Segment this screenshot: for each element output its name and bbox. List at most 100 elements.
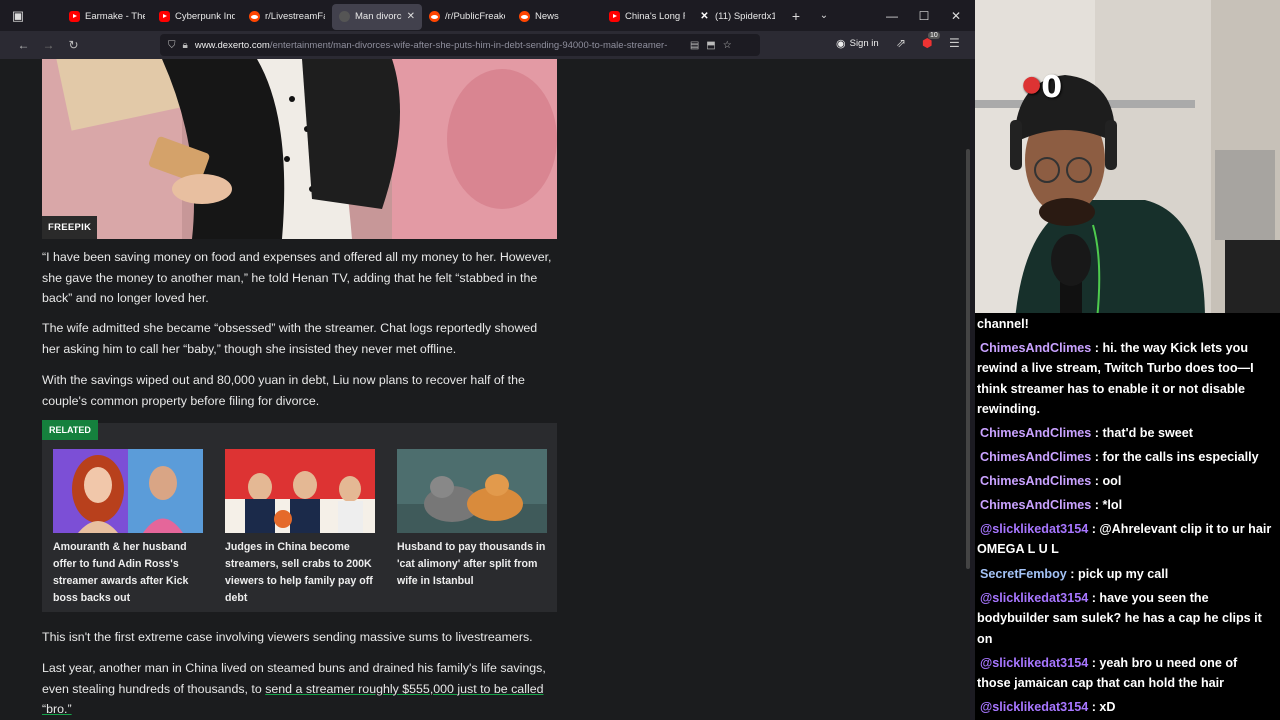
reader-view-icon[interactable]: ▤ xyxy=(690,40,699,51)
tab-livestreamfail[interactable]: r/LivestreamFail xyxy=(242,4,332,30)
streamer-webcam-image xyxy=(975,0,1280,320)
related-card[interactable]: Husband to pay thousands in 'cat alimony… xyxy=(397,449,547,590)
chevron-down-icon[interactable]: ⌄ xyxy=(810,10,838,21)
article-paragraph: “I have been saving money on food and ex… xyxy=(42,250,552,305)
tab-news[interactable]: News xyxy=(512,4,602,30)
new-tab-icon[interactable]: + xyxy=(782,8,810,24)
stream-counter: ●0 xyxy=(1022,70,1063,105)
article-page: FREEPIK “I have been saving money on foo… xyxy=(0,59,970,720)
chat-message: SecretFemboy : pick up my call xyxy=(977,564,1272,584)
related-thumbnail[interactable] xyxy=(225,449,375,533)
tab-chinas-long[interactable]: China's Long Re xyxy=(602,4,692,30)
browser-window: ▣ Earmake - The M Cyberpunk Indu r/Lives… xyxy=(0,0,975,720)
related-title[interactable]: Amouranth & her husband offer to fund Ad… xyxy=(53,539,203,607)
chat-message: ChimesAndClimes : for the calls ins espe… xyxy=(977,447,1272,467)
chat-message: ChimesAndClimes : that'd be sweet xyxy=(977,423,1272,443)
tab-label: /r/PublicFreakou xyxy=(445,11,505,22)
chat-username[interactable]: @slicklikedat3154 xyxy=(977,591,1088,605)
webcam-feed xyxy=(975,0,1280,320)
chat-text: pick up my call xyxy=(1078,567,1169,581)
chat-message: ChimesAndClimes : ool xyxy=(977,471,1272,491)
related-image-amouranth xyxy=(53,449,203,533)
tab-publicfreakout[interactable]: /r/PublicFreakou xyxy=(422,4,512,30)
chat-text: channel! xyxy=(977,317,1029,331)
tab-label: Man divorces xyxy=(355,11,402,22)
article-paragraph: This isn't the first extreme case involv… xyxy=(42,630,533,644)
stream-chat: channel! ChimesAndClimes : hi. the way K… xyxy=(975,313,1280,720)
tab-cyberpunk[interactable]: Cyberpunk Indu xyxy=(152,4,242,30)
url-text[interactable]: www.dexerto.com/entertainment/man-divorc… xyxy=(195,40,683,51)
save-pocket-icon[interactable]: ⬒ xyxy=(706,40,715,51)
chat-text: xD xyxy=(1099,700,1116,714)
hero-illustration xyxy=(42,59,557,239)
related-thumbnail[interactable] xyxy=(53,449,203,533)
page-scrollbar[interactable] xyxy=(966,149,970,569)
chat-username[interactable]: ChimesAndClimes xyxy=(977,450,1091,464)
reddit-icon xyxy=(429,11,440,22)
reddit-icon xyxy=(519,11,530,22)
shield-icon[interactable]: ⛉ xyxy=(168,40,176,51)
reddit-icon xyxy=(249,11,260,22)
chat-message: ChimesAndClimes : *lol xyxy=(977,495,1272,515)
related-card[interactable]: Judges in China become streamers, sell c… xyxy=(225,449,375,607)
chat-username[interactable]: ChimesAndClimes xyxy=(977,498,1091,512)
tab-label: Cyberpunk Indu xyxy=(175,11,235,22)
reload-icon[interactable]: ↻ xyxy=(61,38,86,52)
chat-username[interactable]: @slicklikedat3154 xyxy=(977,522,1088,536)
tab-list-icon[interactable]: ▣ xyxy=(0,0,36,31)
chat-username[interactable]: @slicklikedat3154 xyxy=(977,656,1088,670)
url-domain: www.dexerto.com xyxy=(194,39,270,51)
chat-message: ChimesAndClimes : hi. the way Kick lets … xyxy=(977,341,1254,416)
chat-text: ool xyxy=(1102,474,1122,488)
image-credit: FREEPIK xyxy=(42,216,98,239)
chat-message: @slicklikedat3154 : @Ahrelevant clip it … xyxy=(977,522,1272,557)
close-window-icon[interactable]: ✕ xyxy=(940,0,972,31)
ublock-icon[interactable]: ⬢ 10 xyxy=(922,32,940,50)
bookmark-star-icon[interactable]: ☆ xyxy=(723,40,732,51)
article-hero-image: FREEPIK xyxy=(42,59,557,239)
tab-label: Earmake - The M xyxy=(85,11,145,22)
url-path: /entertainment/man-divorces-wife-after-s… xyxy=(269,39,668,51)
chat-username[interactable]: ChimesAndClimes xyxy=(977,474,1091,488)
dexerto-icon xyxy=(339,11,350,22)
maximize-icon[interactable]: ☐ xyxy=(908,0,940,31)
chat-text: for the calls ins especially xyxy=(1102,450,1259,464)
related-title[interactable]: Husband to pay thousands in 'cat alimony… xyxy=(397,539,547,590)
tab-earmake[interactable]: Earmake - The M xyxy=(62,4,152,30)
sign-in-button[interactable]: ◉ Sign in xyxy=(836,37,879,50)
tab-label: r/LivestreamFail xyxy=(265,11,325,22)
related-title[interactable]: Judges in China become streamers, sell c… xyxy=(225,539,375,607)
chat-username[interactable]: @slicklikedat3154 xyxy=(977,700,1088,714)
tab-man-divorces[interactable]: Man divorces ✕ xyxy=(332,3,422,30)
related-articles: RELATED Amouranth & her husband offer to… xyxy=(42,420,557,612)
tab-spiderdx[interactable]: ✕ (11) Spiderdx10 xyxy=(692,4,782,30)
close-tab-icon[interactable]: ✕ xyxy=(407,11,415,22)
chat-text: that'd be sweet xyxy=(1102,426,1193,440)
youtube-icon xyxy=(69,11,80,22)
tab-label: (11) Spiderdx10 xyxy=(715,11,775,22)
menu-icon[interactable]: ☰ xyxy=(949,36,960,50)
url-bar[interactable]: ⛉ 🔒︎ www.dexerto.com/entertainment/man-d… xyxy=(160,34,760,56)
extension-badge: 10 xyxy=(928,32,940,39)
chat-message: @slicklikedat3154 : have you seen the bo… xyxy=(977,591,1262,646)
article-paragraph: Last year, another man in China lived on… xyxy=(42,658,557,720)
extensions-icon[interactable]: ⇗ xyxy=(896,36,906,50)
chat-text: *lol xyxy=(1102,498,1123,512)
tab-label: News xyxy=(535,11,559,22)
back-icon[interactable]: ← xyxy=(11,38,36,52)
chat-username[interactable]: ChimesAndClimes xyxy=(977,426,1091,440)
chat-username[interactable]: SecretFemboy xyxy=(977,567,1067,581)
account-icon: ◉ xyxy=(836,38,846,50)
minimize-icon[interactable]: — xyxy=(876,0,908,31)
related-badge: RELATED xyxy=(42,420,98,440)
article-paragraph: The wife admitted she became “obsessed” … xyxy=(42,321,538,356)
chat-message: @slicklikedat3154 : yeah bro u need one … xyxy=(977,656,1238,691)
chat-message: @slicklikedat3154 : xD xyxy=(977,697,1272,717)
forward-icon[interactable]: → xyxy=(36,38,61,52)
chat-username[interactable]: ChimesAndClimes xyxy=(977,341,1091,355)
related-image-cats xyxy=(397,449,547,533)
youtube-icon xyxy=(159,11,170,22)
related-thumbnail[interactable] xyxy=(397,449,547,533)
lock-icon[interactable]: 🔒︎ xyxy=(183,40,188,51)
related-card[interactable]: Amouranth & her husband offer to fund Ad… xyxy=(53,449,203,607)
